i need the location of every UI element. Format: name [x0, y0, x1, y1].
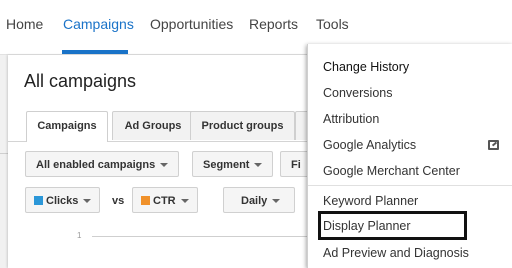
tab-ad-groups[interactable]: Ad Groups — [112, 111, 194, 140]
metric2-dropdown[interactable]: CTR — [132, 187, 198, 213]
tab-product-groups[interactable]: Product groups — [190, 111, 295, 140]
metric1-label: Clicks — [46, 195, 79, 207]
menu-item-google-analytics[interactable]: Google Analytics — [323, 138, 416, 152]
menu-item-keyword-planner[interactable]: Keyword Planner — [323, 194, 418, 208]
chevron-down-icon — [160, 163, 169, 168]
campaign-filter-dropdown[interactable]: All enabled campaigns — [25, 151, 180, 177]
interval-dropdown[interactable]: Daily — [223, 187, 296, 213]
nav-campaigns[interactable]: Campaigns — [63, 16, 134, 32]
metric2-color-swatch — [141, 196, 150, 205]
external-link-icon — [488, 140, 499, 150]
nav-tools[interactable]: Tools — [316, 16, 349, 32]
menu-separator — [308, 185, 512, 186]
menu-item-ad-preview[interactable]: Ad Preview and Diagnosis — [323, 246, 469, 260]
nav-home[interactable]: Home — [6, 16, 43, 32]
metric1-dropdown[interactable]: Clicks — [25, 187, 101, 213]
menu-item-change-history[interactable]: Change History — [323, 60, 409, 74]
segment-dropdown[interactable]: Segment — [192, 151, 274, 177]
tools-menu: Change History Conversions Attribution G… — [307, 44, 512, 268]
chevron-down-icon — [254, 163, 263, 168]
nav-opportunities[interactable]: Opportunities — [150, 16, 233, 32]
menu-item-conversions[interactable]: Conversions — [323, 86, 392, 100]
tab-campaigns[interactable]: Campaigns — [26, 111, 108, 142]
chevron-down-icon — [180, 199, 189, 204]
campaign-filter-label: All enabled campaigns — [36, 159, 156, 171]
menu-item-google-merchant-center[interactable]: Google Merchant Center — [323, 164, 460, 178]
menu-item-attribution[interactable]: Attribution — [323, 112, 379, 126]
menu-item-display-planner[interactable]: Display Planner — [323, 219, 411, 233]
filter-label: Fi — [291, 159, 301, 171]
nav-reports[interactable]: Reports — [249, 16, 298, 32]
chart-axis-tick: 1 — [77, 231, 82, 240]
chevron-down-icon — [83, 199, 92, 204]
chevron-down-icon — [272, 199, 281, 204]
page-title: All campaigns — [24, 71, 137, 91]
metric1-color-swatch — [34, 196, 43, 205]
segment-label: Segment — [203, 159, 250, 171]
left-divider — [0, 153, 8, 154]
vs-label: vs — [112, 195, 125, 207]
filter-button[interactable]: Fi — [280, 151, 310, 177]
chart-gridline — [92, 236, 307, 237]
interval-label: Daily — [241, 195, 268, 207]
metric2-label: CTR — [153, 195, 176, 207]
